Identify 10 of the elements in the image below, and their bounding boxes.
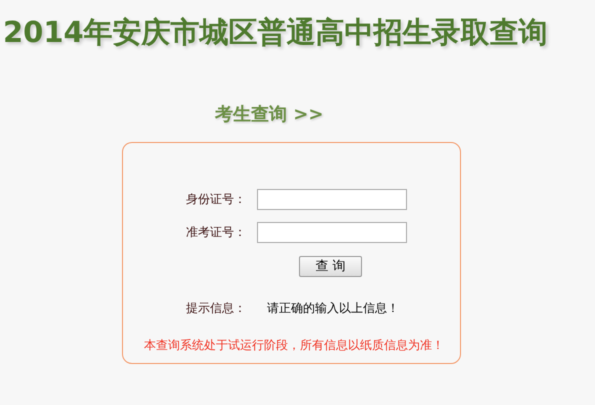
query-button[interactable]: 查 询 [299,256,362,276]
tip-label: 提示信息： [186,300,247,316]
field-label: 身份证号： [186,191,247,208]
input-field[interactable] [257,222,407,243]
tip-message: 请正确的输入以上信息！ [267,300,399,316]
section-heading: 考生查询 >> [215,104,324,126]
input-field[interactable] [257,189,407,210]
page-title: 2014年安庆市城区普通高中招生录取查询 [3,14,548,50]
notice-text: 本查询系统处于试运行阶段，所有信息以纸质信息为准！ [144,336,444,354]
field-label: 准考证号： [186,224,247,241]
